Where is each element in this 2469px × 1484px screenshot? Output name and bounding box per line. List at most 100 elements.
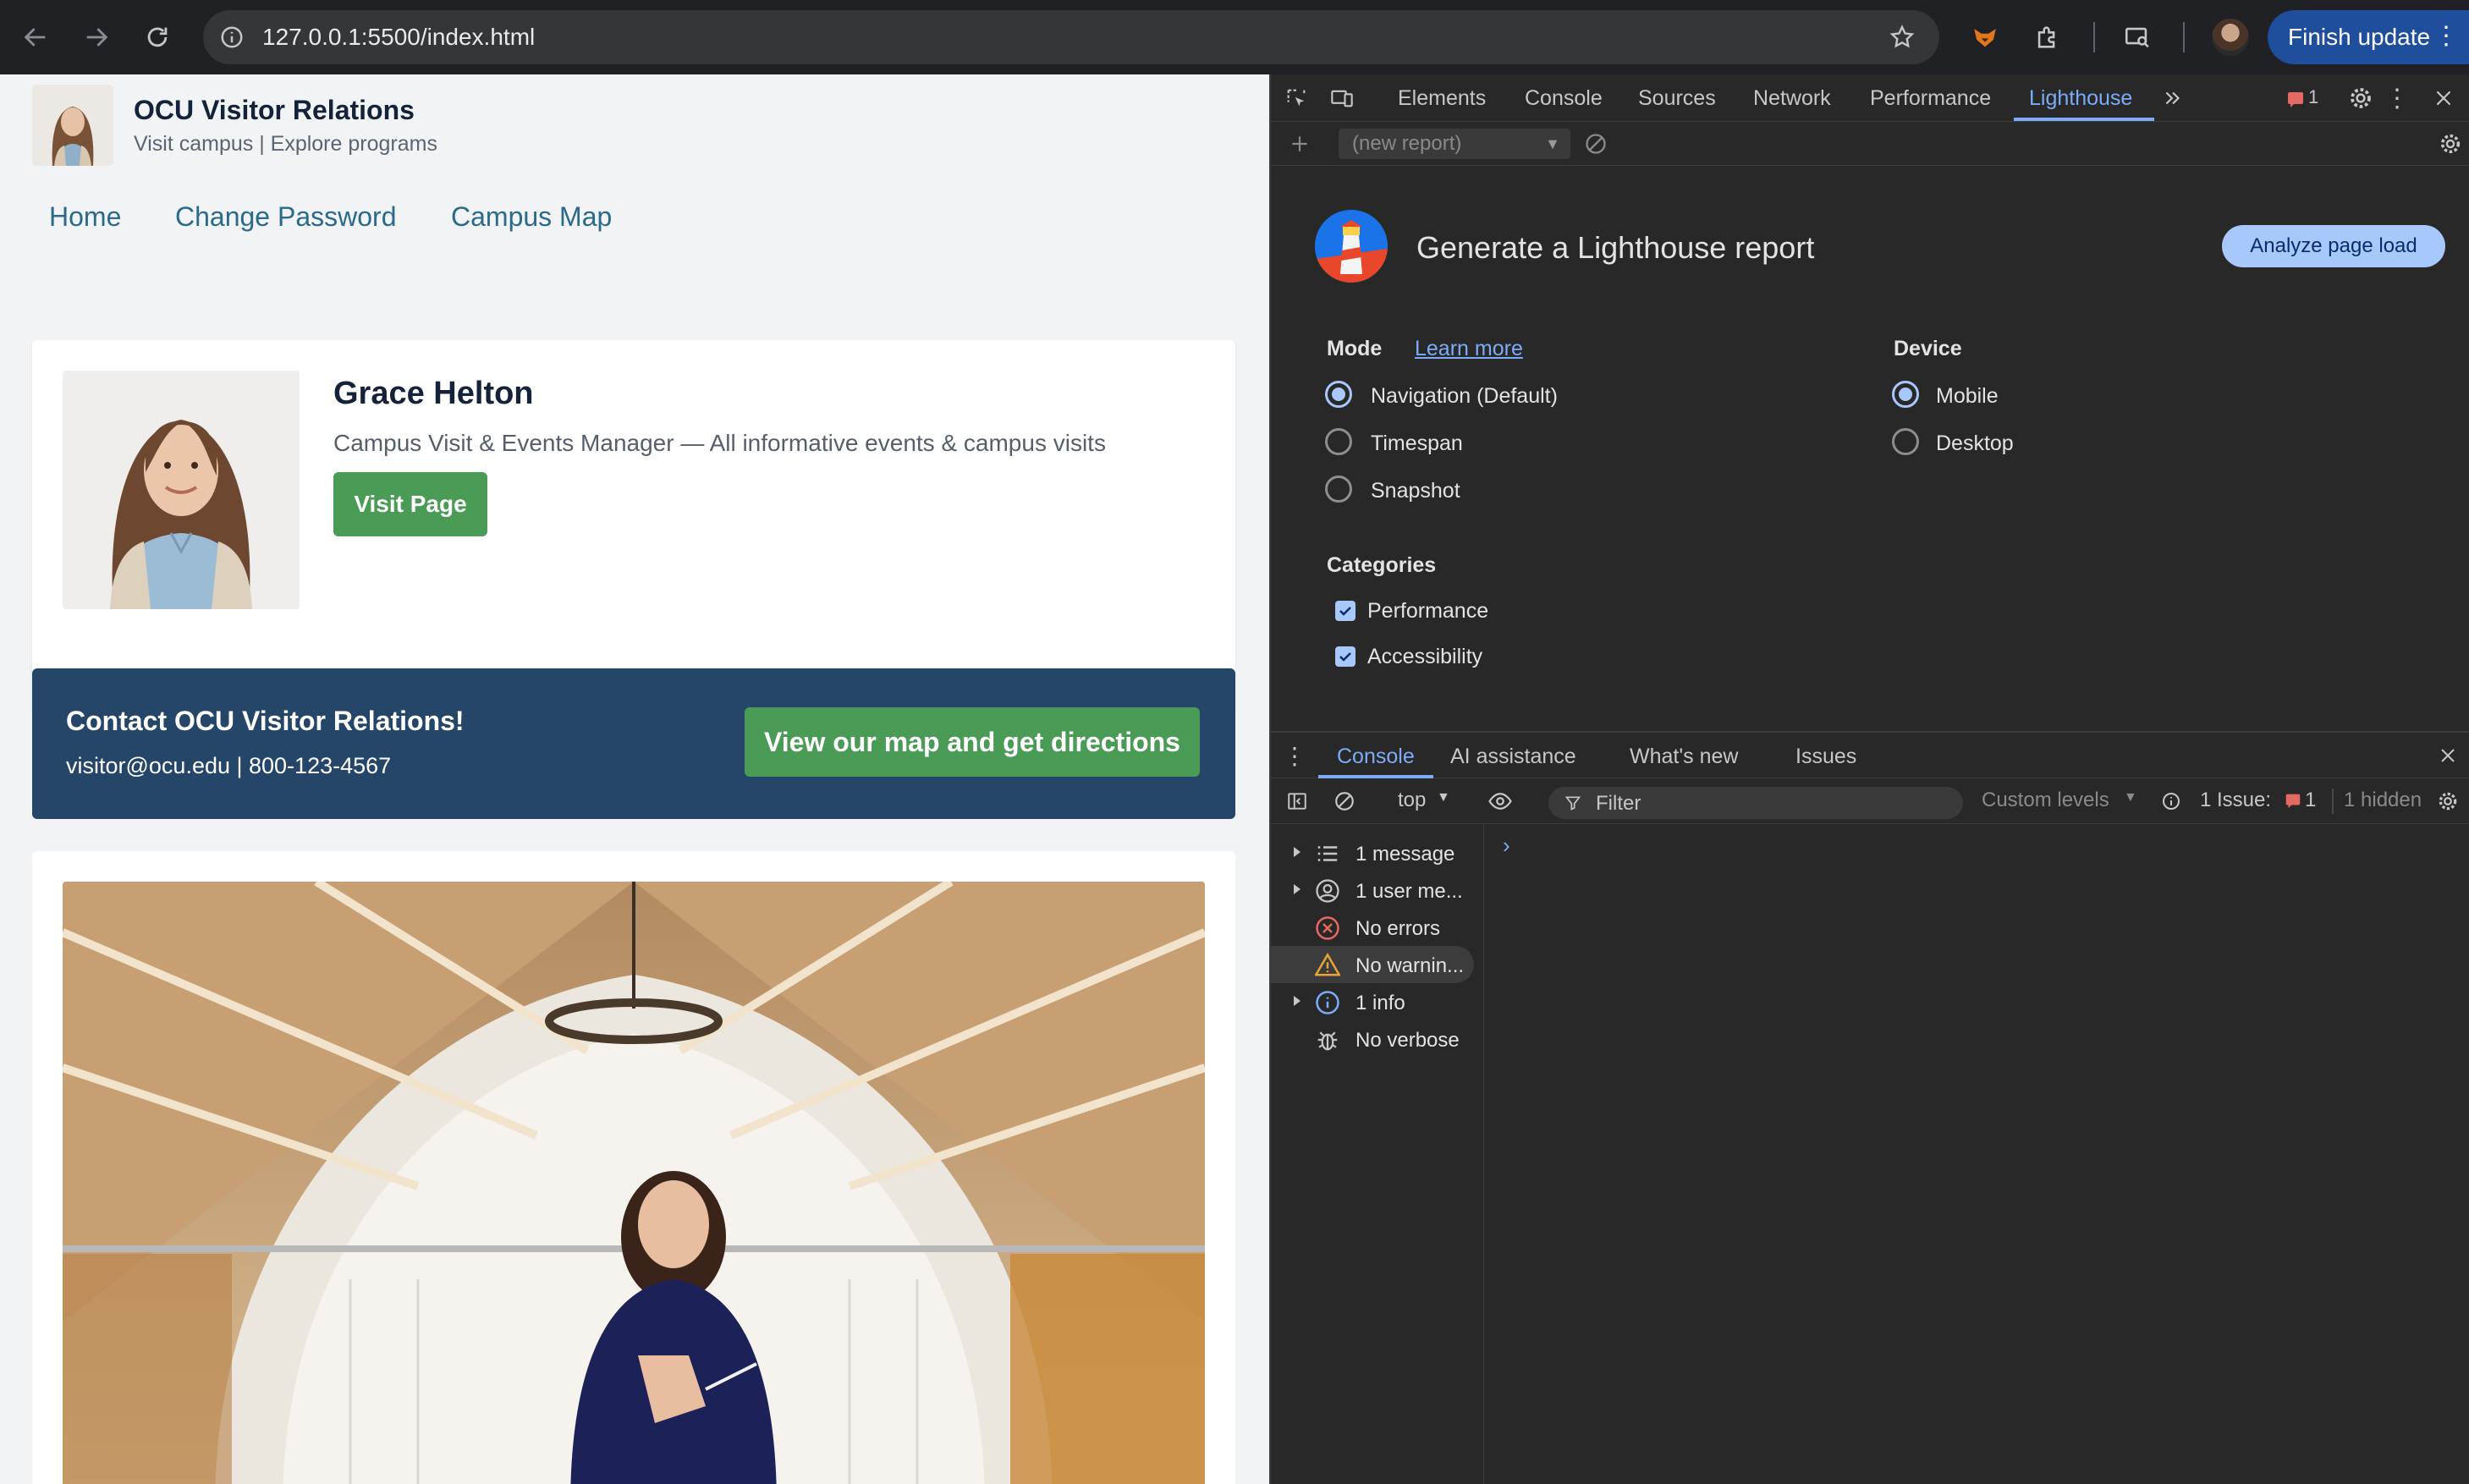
profile-avatar[interactable] xyxy=(2212,19,2249,56)
nav-link-campus-map[interactable]: Campus Map xyxy=(451,201,612,233)
reload-icon xyxy=(147,27,168,47)
console-settings-icon[interactable] xyxy=(2435,789,2461,814)
live-expression-eye-icon[interactable] xyxy=(1486,789,1515,814)
tab-elements[interactable]: Elements xyxy=(1398,86,1486,111)
close-drawer-icon[interactable] xyxy=(2435,743,2461,768)
toolbar-divider xyxy=(2332,789,2334,814)
tab-console[interactable]: Console xyxy=(1525,86,1603,111)
drawer-tab-issues[interactable]: Issues xyxy=(1795,745,1856,769)
devtools-panel: Elements Console Sources Network Perform… xyxy=(1269,74,2469,1484)
lighthouse-settings-icon[interactable] xyxy=(2437,130,2464,157)
extensions-puzzle-icon[interactable] xyxy=(2027,17,2068,58)
contact-info: visitor@ocu.edu | 800-123-4567 xyxy=(66,753,392,778)
sidebar-label: No warnin... xyxy=(1355,954,1465,977)
mode-timespan-radio[interactable] xyxy=(1325,428,1352,455)
sidebar-item-errors[interactable]: No errors xyxy=(1271,909,1484,946)
mode-navigation-label: Navigation (Default) xyxy=(1371,384,1558,408)
list-icon xyxy=(1317,846,1338,861)
nav-link-home[interactable]: Home xyxy=(49,201,121,233)
clear-console-icon[interactable] xyxy=(1332,789,1357,814)
device-desktop-radio[interactable] xyxy=(1892,428,1919,455)
filter-funnel-icon xyxy=(1564,794,1582,812)
map-directions-button[interactable]: View our map and get directions xyxy=(745,707,1200,777)
device-mobile-radio[interactable] xyxy=(1892,381,1919,408)
drawer-tab-ai-assistance[interactable]: AI assistance xyxy=(1450,745,1576,769)
context-caret-icon: ▼ xyxy=(1437,790,1450,805)
sidebar-item-info[interactable]: 1 info xyxy=(1271,983,1484,1020)
issue-info-icon xyxy=(2159,789,2183,813)
issues-flag-icon[interactable] xyxy=(2285,88,2307,110)
devtools-menu-icon[interactable]: ⋮ xyxy=(2384,83,2410,113)
cast-search-icon[interactable] xyxy=(2117,17,2158,58)
staff-role: Campus Visit & Events Manager — All info… xyxy=(333,430,1106,456)
console-filter-input[interactable]: Filter xyxy=(1548,787,1963,819)
settings-gear-icon[interactable] xyxy=(2345,83,2376,113)
expand-arrow-icon[interactable] xyxy=(1291,993,1303,1009)
sidebar-item-warnings[interactable]: No warnin... xyxy=(1271,946,1474,983)
category-performance-label: Performance xyxy=(1367,599,1489,623)
more-tabs-chevron-icon[interactable] xyxy=(2159,85,2186,112)
extension-fox-icon[interactable] xyxy=(1965,17,2005,58)
site-header: OCU Visitor Relations Visit campus | Exp… xyxy=(0,74,1269,168)
drawer-tab-whats-new[interactable]: What's new xyxy=(1630,745,1738,769)
site-title: OCU Visitor Relations xyxy=(134,95,415,125)
sidebar-item-verbose[interactable]: No verbose xyxy=(1271,1020,1484,1058)
site-subtitle: Visit campus | Explore programs xyxy=(134,132,437,156)
arrow-right-icon xyxy=(86,28,108,47)
close-devtools-icon[interactable] xyxy=(2430,85,2457,112)
clear-reports-icon[interactable] xyxy=(1582,130,1609,157)
sidebar-item-user-messages[interactable]: 1 user me... xyxy=(1271,871,1484,909)
custom-levels-select[interactable]: Custom levels xyxy=(1982,789,2109,812)
tab-network[interactable]: Network xyxy=(1753,86,1831,111)
drawer-tab-console[interactable]: Console xyxy=(1337,745,1415,769)
contact-banner: Contact OCU Visitor Relations! visitor@o… xyxy=(32,668,1235,819)
address-bar[interactable]: 127.0.0.1:5500/index.html xyxy=(203,10,1939,64)
mode-snapshot-radio[interactable] xyxy=(1325,475,1352,503)
bookmark-star-icon[interactable] xyxy=(1885,20,1919,54)
more-menu-icon[interactable]: ⋮ xyxy=(2433,24,2459,49)
forward-button[interactable] xyxy=(76,17,117,58)
contact-title: Contact OCU Visitor Relations! xyxy=(66,706,465,736)
expand-arrow-icon[interactable] xyxy=(1291,844,1303,860)
learn-more-link[interactable]: Learn more xyxy=(1415,337,1523,361)
categories-label: Categories xyxy=(1327,553,1437,577)
visit-page-button[interactable]: Visit Page xyxy=(333,472,487,536)
finish-update-button[interactable]: Finish update ⋮ xyxy=(2268,10,2469,64)
active-tab-indicator xyxy=(2014,118,2154,121)
back-button[interactable] xyxy=(15,17,56,58)
tab-performance[interactable]: Performance xyxy=(1870,86,1991,111)
warning-icon xyxy=(1315,953,1340,976)
toolbar-divider xyxy=(2093,22,2095,52)
issue-count[interactable]: 1 xyxy=(2305,789,2316,812)
tab-sources[interactable]: Sources xyxy=(1638,86,1716,111)
category-performance-checkbox[interactable] xyxy=(1335,601,1355,621)
new-report-plus-icon[interactable] xyxy=(1286,130,1313,157)
sidebar-item-messages[interactable]: 1 message xyxy=(1271,834,1484,871)
browser-toolbar: 127.0.0.1:5500/index.html Finish update … xyxy=(0,0,2469,74)
sidebar-label: No errors xyxy=(1355,917,1441,940)
mode-navigation-radio[interactable] xyxy=(1325,381,1352,408)
context-select[interactable]: top xyxy=(1398,789,1426,812)
nav-link-change-password[interactable]: Change Password xyxy=(175,201,396,233)
info-icon xyxy=(1316,991,1339,1014)
finish-update-label: Finish update xyxy=(2288,24,2431,50)
toggle-sidebar-icon[interactable] xyxy=(1284,789,1310,814)
event-photo xyxy=(63,882,1205,1484)
device-toolbar-icon[interactable] xyxy=(1328,85,1355,112)
issues-count[interactable]: 1 xyxy=(2308,86,2318,108)
issue-label[interactable]: 1 Issue: xyxy=(2200,789,2271,812)
analyze-page-load-button[interactable]: Analyze page load xyxy=(2222,225,2445,267)
mode-timespan-label: Timespan xyxy=(1371,431,1463,455)
inspect-element-icon[interactable] xyxy=(1283,85,1310,112)
report-select[interactable]: (new report) ▼ xyxy=(1339,129,1570,159)
console-prompt-chevron-icon[interactable]: › xyxy=(1503,833,1510,859)
console-toolbar: top ▼ Filter Custom levels ▼ 1 Issue: 1 xyxy=(1271,778,2469,824)
tab-lighthouse[interactable]: Lighthouse xyxy=(2029,86,2132,111)
lighthouse-logo-icon xyxy=(1315,210,1388,283)
site-info-icon[interactable] xyxy=(215,20,249,54)
sidebar-label: 1 user me... xyxy=(1355,880,1463,903)
reload-button[interactable] xyxy=(137,17,178,58)
category-accessibility-checkbox[interactable] xyxy=(1335,646,1355,667)
drawer-menu-icon[interactable]: ⋮ xyxy=(1283,741,1306,770)
expand-arrow-icon[interactable] xyxy=(1291,882,1303,897)
